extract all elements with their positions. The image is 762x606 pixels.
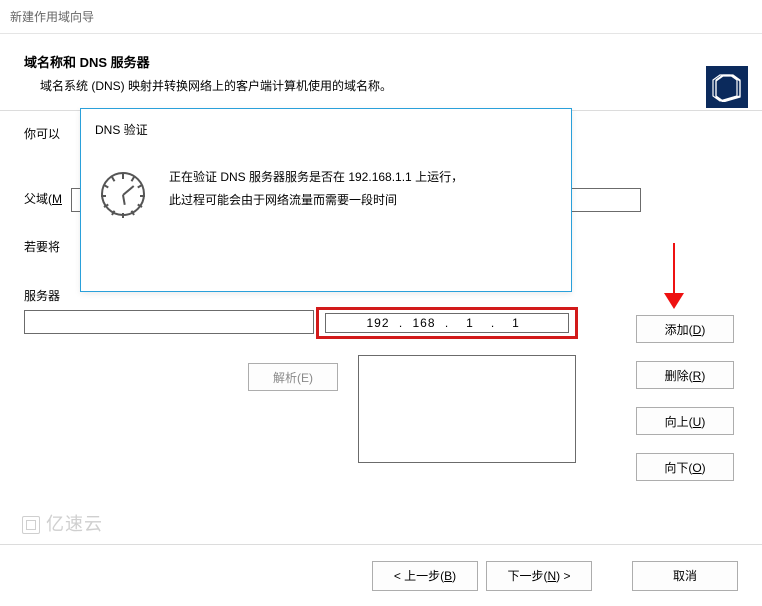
server-name-input[interactable] — [24, 310, 314, 334]
ip-octet-3[interactable]: 1 — [452, 316, 488, 330]
add-button[interactable]: 添加(D) — [636, 315, 734, 343]
config-hint-prefix: 若要将 — [24, 240, 60, 254]
dialog-title: DNS 验证 — [81, 109, 571, 138]
ip-address-input[interactable]: 192. 168. 1. 1 — [325, 313, 569, 333]
parent-domain-label: 父域(M — [24, 192, 62, 206]
next-button[interactable]: 下一步(N) > — [486, 561, 592, 591]
dialog-message-line2: 此过程可能会由于网络流量而需要一段时间 — [169, 189, 463, 212]
ip-octet-4[interactable]: 1 — [498, 316, 534, 330]
dns-verification-dialog: DNS 验证 正在验证 DNS 服务器服务是否在 192.168.1.1 上运行… — [80, 108, 572, 292]
watermark-icon — [22, 516, 40, 534]
server-name-label: 服务器 — [24, 289, 60, 303]
ip-highlight-box: 192. 168. 1. 1 — [316, 307, 578, 339]
header-section: 域名称和 DNS 服务器 域名系统 (DNS) 映射并转换网络上的客户端计算机使… — [0, 34, 762, 104]
list-buttons-column: 添加(D) 删除(R) 向上(U) 向下(O) — [636, 315, 734, 481]
window-title: 新建作用域向导 — [0, 0, 762, 34]
ip-octet-1[interactable]: 192 — [360, 316, 396, 330]
move-up-button[interactable]: 向上(U) — [636, 407, 734, 435]
page-title: 域名称和 DNS 服务器 — [24, 52, 738, 71]
dialog-message-line1: 正在验证 DNS 服务器服务是否在 192.168.1.1 上运行， — [169, 166, 463, 189]
watermark-text: 亿速云 — [46, 514, 103, 534]
ip-octet-2[interactable]: 168 — [406, 316, 442, 330]
dialog-message: 正在验证 DNS 服务器服务是否在 192.168.1.1 上运行， 此过程可能… — [169, 166, 463, 212]
dns-folder-icon — [706, 66, 748, 108]
clock-icon — [101, 172, 145, 216]
back-button[interactable]: < 上一步(B) — [372, 561, 478, 591]
resolve-button[interactable]: 解析(E) — [248, 363, 338, 391]
remove-button[interactable]: 删除(R) — [636, 361, 734, 389]
annotation-arrow-icon — [664, 243, 684, 313]
move-down-button[interactable]: 向下(O) — [636, 453, 734, 481]
dns-server-list[interactable] — [358, 355, 576, 463]
cancel-button[interactable]: 取消 — [632, 561, 738, 591]
page-subtitle: 域名系统 (DNS) 映射并转换网络上的客户端计算机使用的域名称。 — [40, 77, 738, 94]
watermark: 亿速云 — [22, 510, 103, 536]
wizard-nav: < 上一步(B) 下一步(N) > 取消 — [0, 544, 762, 606]
